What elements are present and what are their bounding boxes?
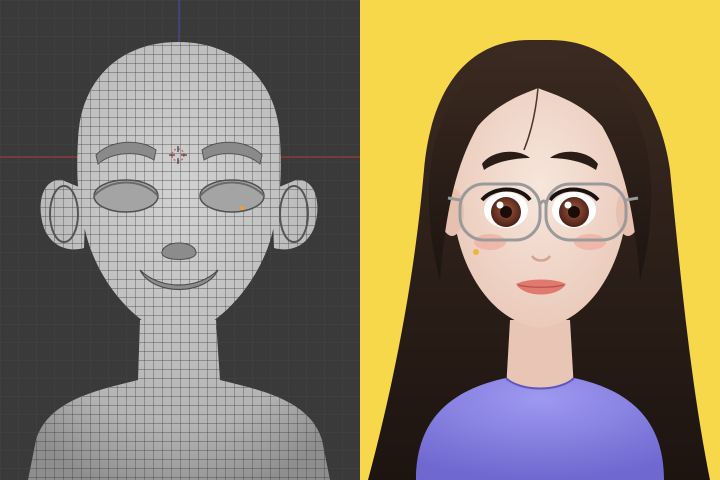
sparkle-icon: [473, 249, 479, 255]
comparison-image: [0, 0, 720, 480]
mesh-right-eye: [199, 179, 265, 213]
render-canvas: [360, 0, 720, 480]
wireframe-viewport: [0, 0, 360, 480]
neck: [506, 320, 574, 390]
mesh-left-eye: [93, 179, 159, 213]
right-blush: [574, 234, 606, 250]
left-blush: [474, 234, 506, 250]
rendered-character: [360, 0, 720, 480]
origin-point: [240, 206, 244, 210]
wireframe-canvas: [0, 0, 360, 480]
mesh-nose: [161, 242, 197, 260]
